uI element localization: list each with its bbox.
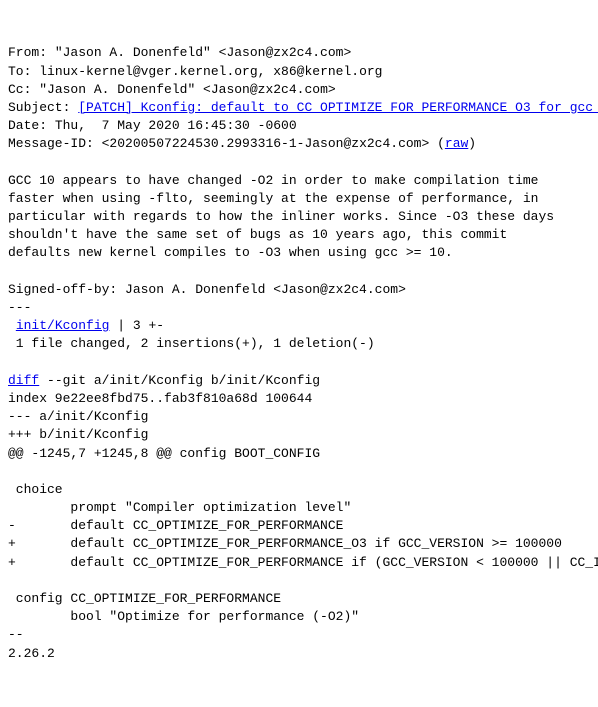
subject-link[interactable]: [PATCH] Kconfig: default to CC OPTIMIZE … (78, 100, 598, 115)
body-line: faster when using -flto, seemingly at th… (8, 191, 539, 206)
to-label: To: (8, 64, 39, 79)
from-label: From: (8, 45, 55, 60)
diff-hunk: @@ -1245,7 +1245,8 @@ config BOOT_CONFIG (8, 446, 320, 461)
diff-del: - default CC_OPTIMIZE_FOR_PERFORMANCE (8, 518, 343, 533)
diff-index: index 9e22ee8fbd75..fab3f810a68d 100644 (8, 391, 312, 406)
diffstat-summary: 1 file changed, 2 insertions(+), 1 delet… (8, 336, 375, 351)
diffstat-bar: | 3 +- (109, 318, 164, 333)
diff-add: + default CC_OPTIMIZE_FOR_PERFORMANCE_O3… (8, 536, 562, 551)
body-line: defaults new kernel compiles to -O3 when… (8, 245, 453, 260)
diff-context: prompt "Compiler optimization level" (8, 500, 351, 515)
body-line: GCC 10 appears to have changed -O2 in or… (8, 173, 539, 188)
message-id-value: <20200507224530.2993316-1-Jason@zx2c4.co… (102, 136, 430, 151)
signed-off-by: Signed-off-by: Jason A. Donenfeld <Jason… (8, 282, 406, 297)
cc-value: "Jason A. Donenfeld" <Jason@zx2c4.com> (39, 82, 335, 97)
body-line: particular with regards to how the inlin… (8, 209, 554, 224)
body-line: shouldn't have the same set of bugs as 1… (8, 227, 507, 242)
subject-label: Subject: (8, 100, 78, 115)
diff-context: bool "Optimize for performance (-O2)" (8, 609, 359, 624)
raw-open: ( (429, 136, 445, 151)
diffstat-file-link[interactable]: init/Kconfig (16, 318, 110, 333)
to-value: linux-kernel@vger.kernel.org, x86@kernel… (39, 64, 382, 79)
diff-context: config CC_OPTIMIZE_FOR_PERFORMANCE (8, 591, 281, 606)
patch-end: -- (8, 627, 31, 642)
diff-file-b: +++ b/init/Kconfig (8, 427, 148, 442)
diff-link[interactable]: diff (8, 373, 39, 388)
diff-add: + default CC_OPTIMIZE_FOR_PERFORMANCE if… (8, 555, 598, 570)
separator: --- (8, 300, 31, 315)
diff-file-a: --- a/init/Kconfig (8, 409, 148, 424)
diff-header: --git a/init/Kconfig b/init/Kconfig (39, 373, 320, 388)
diff-context: choice (8, 482, 63, 497)
from-value: "Jason A. Donenfeld" <Jason@zx2c4.com> (55, 45, 351, 60)
patch-version: 2.26.2 (8, 646, 55, 661)
raw-link[interactable]: raw (445, 136, 468, 151)
date-label: Date: (8, 118, 55, 133)
message-id-label: Message-ID: (8, 136, 102, 151)
raw-close: ) (468, 136, 476, 151)
date-value: Thu, 7 May 2020 16:45:30 -0600 (55, 118, 297, 133)
cc-label: Cc: (8, 82, 39, 97)
